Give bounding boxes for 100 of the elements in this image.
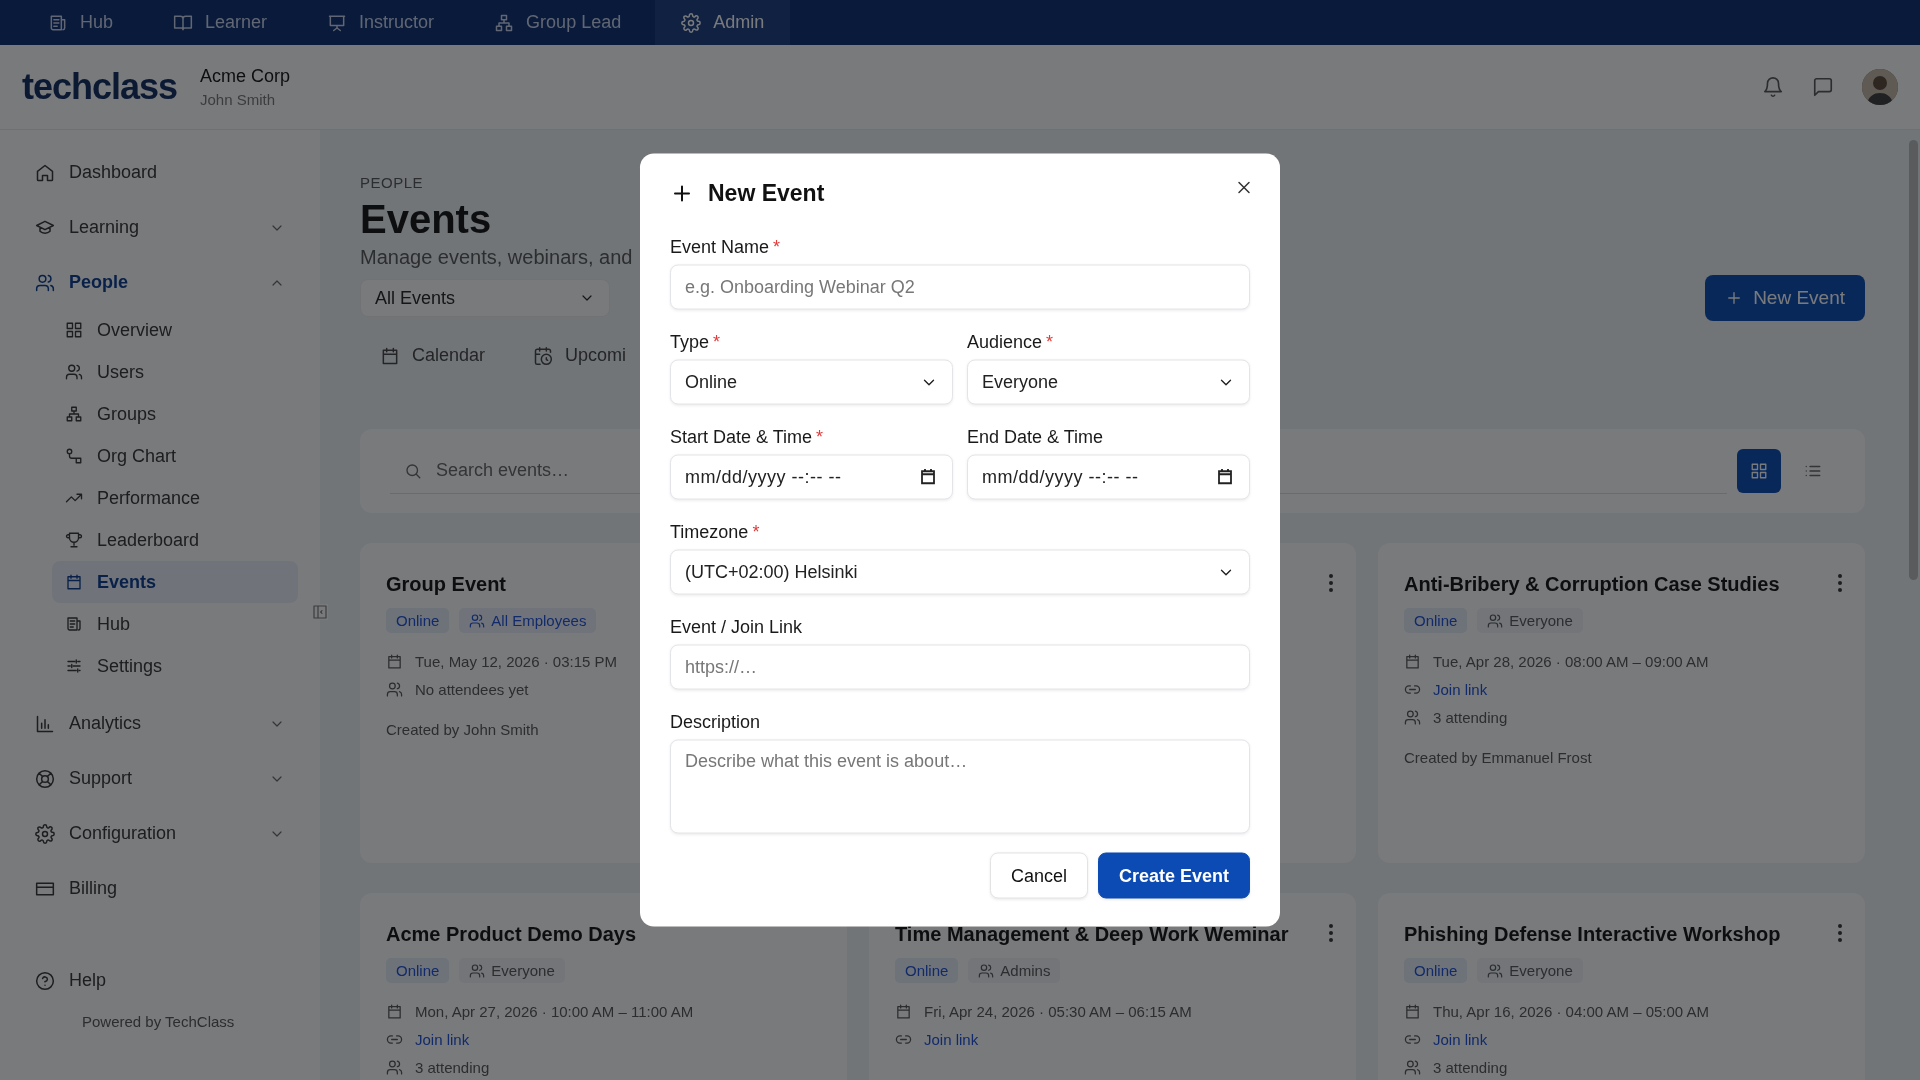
calendar-icon (895, 1002, 912, 1020)
nav-tab[interactable]: Admin (655, 0, 791, 45)
field-label: Event Name * (670, 236, 782, 258)
calendar-icon (1216, 467, 1234, 486)
event-date: Tue, May 12, 2026 · 03:15 PM (415, 652, 618, 670)
text-field[interactable]: e.g. Onboarding Webinar Q2 (670, 264, 1250, 310)
event-card[interactable]: Anti-Bribery & Corruption Case Studies Online Everyone Tue, Apr 28, 2026 · 08:00 AM – 09:00 AM Join link 3 attending Created by Emmanuel Frost (1378, 543, 1865, 863)
sidebar-item[interactable]: Dashboard (35, 150, 285, 195)
date-time-field[interactable]: mm/dd/yyyy --:-- -- (967, 454, 1250, 500)
sidebar-subitem[interactable]: Overview (52, 309, 298, 351)
grid-icon (1750, 462, 1768, 480)
audience-label: All Employees (491, 612, 587, 629)
avatar[interactable] (1862, 69, 1898, 105)
calendar-icon (386, 652, 403, 670)
people-icon (1487, 612, 1504, 629)
join-link[interactable]: Join link (1433, 680, 1488, 698)
view-tab[interactable]: Upcomi (513, 337, 647, 374)
select-field[interactable]: Online (670, 359, 953, 405)
create-button[interactable]: Create Event (1097, 852, 1250, 899)
join-link[interactable]: Join link (1433, 1030, 1488, 1048)
audience-label: Everyone (1509, 962, 1573, 979)
sidebar-subitem[interactable]: Hub (52, 603, 298, 645)
calendar-icon (1404, 1002, 1421, 1020)
search-icon (404, 462, 422, 480)
bell-icon (1762, 76, 1784, 98)
grid-icon (65, 321, 83, 339)
audience-label: Admins (1000, 962, 1051, 979)
sidebar-subitem[interactable]: Settings (52, 645, 298, 687)
event-title: Group Event (386, 572, 506, 597)
event-date: Thu, Apr 16, 2026 · 04:00 AM – 05:00 AM (1433, 1002, 1709, 1020)
created-by: Created by Emmanuel Frost (1404, 749, 1592, 766)
people-icon (35, 272, 55, 293)
type-tag: Online (386, 608, 450, 633)
field-label: Start Date & Time * (670, 426, 825, 448)
nav-tab[interactable]: Instructor (301, 0, 461, 45)
nav-tab[interactable]: Hub (22, 0, 140, 45)
settings-icon (35, 823, 55, 844)
sidebar-item[interactable]: Learning (35, 205, 285, 250)
sliders-icon (65, 657, 83, 675)
field-label: Audience * (967, 331, 1055, 353)
type-tag: Online (895, 958, 959, 983)
people-icon (65, 363, 83, 381)
event-date: Tue, Apr 28, 2026 · 08:00 AM – 09:00 AM (1433, 652, 1709, 670)
nav-tab[interactable]: Group Lead (468, 0, 648, 45)
people-icon (386, 1058, 403, 1076)
audience-label: Everyone (491, 962, 555, 979)
sidebar-subitem[interactable]: Events (52, 561, 298, 603)
audience-label: Everyone (1509, 612, 1573, 629)
sidebar-subitem[interactable]: Performance (52, 477, 298, 519)
view-tab[interactable]: Calendar (360, 337, 506, 374)
sidebar-item[interactable]: Analytics (35, 701, 285, 746)
newspaper-icon (65, 615, 83, 633)
select-field[interactable]: Everyone (967, 359, 1250, 405)
join-link[interactable]: Join link (924, 1030, 979, 1048)
field-label: Timezone * (670, 521, 761, 543)
more-icon[interactable] (1837, 923, 1843, 943)
attendee-count: No attendees yet (415, 680, 529, 698)
date-time-field[interactable]: mm/dd/yyyy --:-- -- (670, 454, 953, 500)
text-field[interactable]: https://… (670, 644, 1250, 690)
grid-view-button[interactable] (1737, 449, 1781, 493)
type-tag: Online (386, 958, 450, 983)
sidebar-subitem[interactable]: Users (52, 351, 298, 393)
calendar-icon (386, 1002, 403, 1020)
filter-dropdown[interactable]: All Events (360, 279, 610, 317)
event-card[interactable]: Phishing Defense Interactive Workshop Online Everyone Thu, Apr 16, 2026 · 04:00 AM – 05:00 AM Join link 3 attending (1378, 893, 1865, 1080)
sidebar-subitem[interactable]: Leaderboard (52, 519, 298, 561)
help-link[interactable]: Help (35, 958, 285, 1003)
more-icon[interactable] (1328, 573, 1334, 593)
event-card[interactable]: Acme Product Demo Days Online Everyone Mon, Apr 27, 2026 · 10:00 AM – 11:00 AM Join link 3 attending (360, 893, 847, 1080)
more-icon[interactable] (1837, 573, 1843, 593)
sidebar-item[interactable]: People (35, 260, 285, 305)
calendar-icon (1404, 652, 1421, 670)
people-icon (978, 962, 995, 979)
nav-tab[interactable]: Learner (147, 0, 294, 45)
attendee-count: 3 attending (415, 1058, 490, 1076)
people-icon (1404, 708, 1421, 726)
calendar-icon (65, 573, 83, 591)
hierarchy-icon (65, 405, 83, 423)
people-icon (386, 680, 403, 698)
join-link[interactable]: Join link (415, 1030, 470, 1048)
text-area[interactable]: Describe what this event is about… (670, 739, 1250, 834)
sidebar-item[interactable]: Configuration (35, 811, 285, 856)
select-field[interactable]: (UTC+02:00) Helsinki (670, 549, 1250, 595)
attendee-count: 3 attending (1433, 1058, 1508, 1076)
event-date: Fri, Apr 24, 2026 · 05:30 AM – 06:15 AM (924, 1002, 1192, 1020)
calendar-icon (919, 467, 937, 486)
new-event-button[interactable]: New Event (1705, 275, 1865, 321)
field-label: Type * (670, 331, 722, 353)
lifebuoy-icon (35, 768, 55, 789)
sidebar-item[interactable]: Support (35, 756, 285, 801)
scrollbar[interactable] (1909, 140, 1918, 580)
event-title: Phishing Defense Interactive Workshop (1404, 922, 1781, 947)
people-icon (469, 612, 486, 629)
more-icon[interactable] (1328, 923, 1334, 943)
sidebar-subitem[interactable]: Groups (52, 393, 298, 435)
sidebar-item[interactable]: Billing (35, 866, 285, 911)
sidebar-subitem[interactable]: Org Chart (52, 435, 298, 477)
people-icon (469, 962, 486, 979)
calendar-icon (380, 345, 400, 366)
cancel-button[interactable]: Cancel (989, 852, 1088, 899)
